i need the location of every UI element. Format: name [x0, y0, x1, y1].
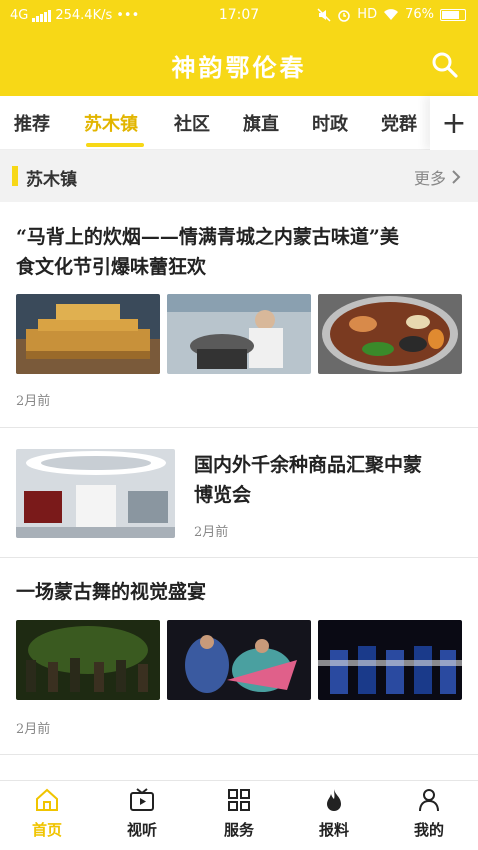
article-thumbnail: [16, 449, 175, 538]
nav-label: 报料: [318, 821, 349, 839]
article-title-line: 博览会: [194, 484, 252, 506]
article-time: 2月前: [16, 394, 51, 409]
divider: [0, 754, 478, 755]
home-icon: [36, 788, 58, 811]
article-thumbnail: [318, 294, 462, 374]
tab-politics[interactable]: 时政: [312, 110, 348, 136]
app-title: 神韵鄂伦春: [171, 53, 307, 82]
plus-icon: +: [441, 105, 467, 141]
tv-icon: [130, 788, 154, 811]
divider: [0, 427, 478, 428]
search-icon[interactable]: [430, 50, 460, 80]
nav-label: 服务: [223, 821, 254, 839]
article-time: 2月前: [16, 722, 51, 737]
battery-percent: 76%: [405, 7, 434, 22]
section-title: 苏木镇: [26, 170, 77, 190]
article-title-line: 国内外千余种商品汇聚中蒙: [194, 454, 423, 476]
mute-icon: [317, 7, 331, 22]
article-thumbnail: [16, 620, 160, 700]
article-title: 一场蒙古舞的视觉盛宴: [16, 581, 207, 603]
bottom-navigation: 首页 视听 服务 报料 我的: [0, 780, 478, 850]
tab-sumu-town[interactable]: 苏木镇: [84, 110, 138, 136]
article-title-line: 食文化节引爆味蕾狂欢: [16, 256, 207, 278]
app-header: 神韵鄂伦春: [0, 30, 478, 96]
divider: [0, 557, 478, 558]
flame-icon: [327, 789, 341, 811]
user-icon: [419, 789, 439, 812]
battery-icon: [440, 8, 466, 21]
nav-label: 我的: [413, 821, 444, 839]
wifi-icon: [384, 9, 399, 20]
alarm-icon: [338, 9, 351, 22]
channel-tabs: 推荐 苏木镇 社区 旗直 时政 党群 +: [0, 96, 478, 150]
article-thumbnail: [318, 620, 462, 700]
article-title: “马背上的炊烟——情满青城之内蒙古味道”美 食文化节引爆味蕾狂欢: [16, 222, 466, 282]
article-time: 2月前: [194, 525, 229, 540]
article-title: 国内外千余种商品汇聚中蒙 博览会: [194, 450, 464, 510]
article-title-line: “马背上的炊烟——情满青城之内蒙古味道”美: [16, 226, 399, 248]
nav-services[interactable]: 服务: [194, 787, 284, 840]
more-label: 更多: [413, 169, 446, 188]
hd-label: HD: [357, 7, 378, 22]
status-right: HD 76%: [317, 7, 466, 22]
article-thumbnail: [167, 620, 311, 700]
more-link[interactable]: 更多: [414, 165, 462, 189]
active-tab-indicator: [86, 143, 144, 147]
nav-label: 首页: [31, 821, 62, 839]
article-thumbnail: [167, 294, 311, 374]
nav-home[interactable]: 首页: [2, 787, 92, 840]
section-header: 苏木镇 更多: [0, 150, 478, 202]
grid-icon: [228, 789, 250, 811]
nav-audiovisual[interactable]: 视听: [97, 787, 187, 840]
nav-mine[interactable]: 我的: [384, 787, 474, 840]
section-accent-bar: [12, 166, 18, 186]
tab-party-groups[interactable]: 党群: [381, 110, 417, 136]
nav-label: 视听: [126, 821, 157, 839]
add-channel-button[interactable]: +: [430, 96, 478, 150]
chevron-right-icon: [452, 170, 461, 184]
nav-tip-off[interactable]: 报料: [289, 787, 379, 840]
tab-recommend[interactable]: 推荐: [14, 110, 50, 136]
tab-community[interactable]: 社区: [174, 110, 210, 136]
status-bar: 4G 254.4K/s ••• 17:07 HD 76%: [0, 0, 478, 30]
tab-banner-direct[interactable]: 旗直: [243, 110, 279, 136]
article-thumbnail: [16, 294, 160, 374]
